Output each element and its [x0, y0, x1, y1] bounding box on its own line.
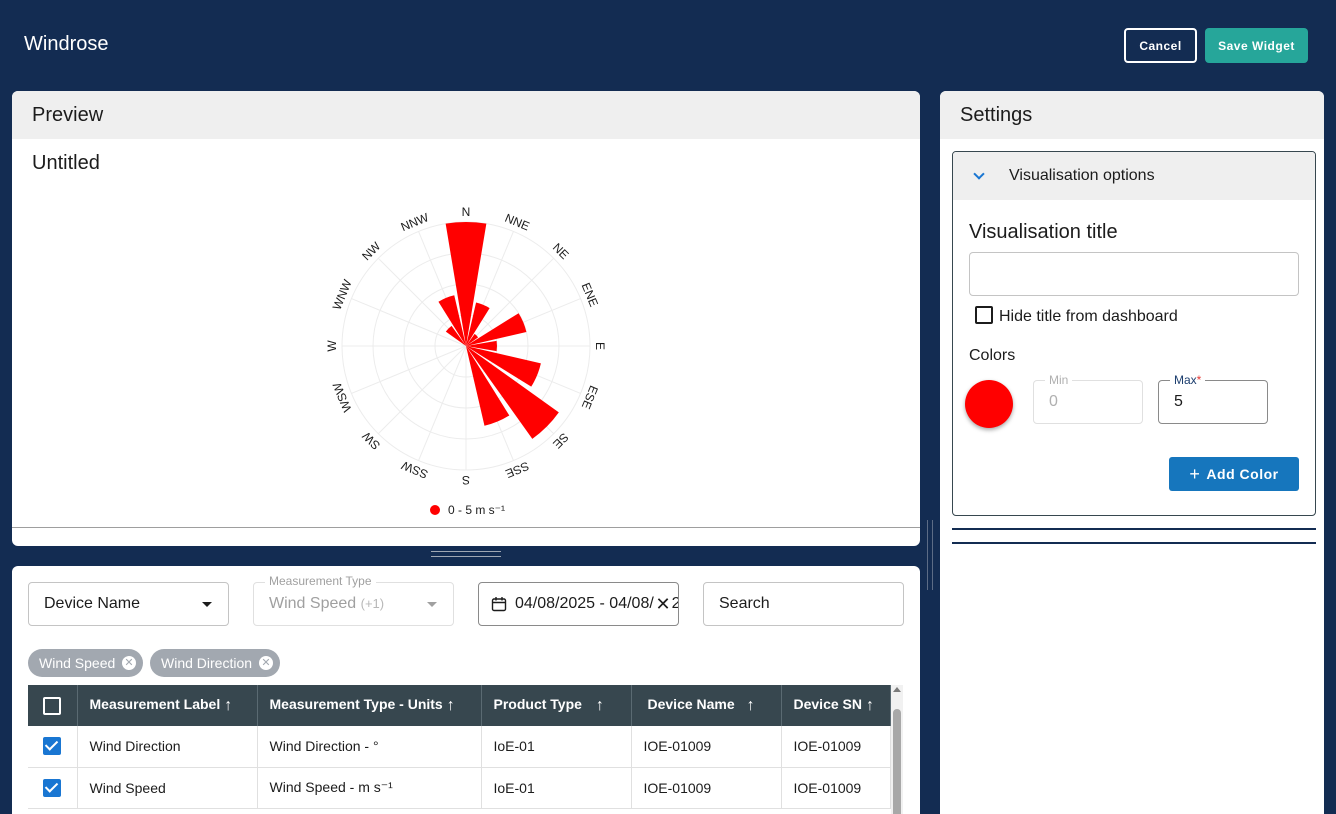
cell-product-type: IoE-01 [481, 767, 632, 809]
cell-device-sn: IOE-01009 [781, 767, 891, 809]
direction-label-ese: ESE [579, 384, 601, 412]
cell-measurement-label: Wind Direction [77, 726, 258, 768]
cell-measurement-type: Wind Speed - m s⁻¹ [257, 767, 482, 809]
direction-label-sse: SSE [504, 459, 532, 481]
plus-icon: + [1189, 463, 1201, 484]
close-icon[interactable]: ✕ [654, 593, 672, 615]
direction-label-w: W [325, 340, 339, 352]
color-swatch[interactable] [965, 380, 1013, 428]
select-all-checkbox[interactable] [28, 685, 78, 726]
cancel-button[interactable]: Cancel [1124, 28, 1197, 63]
table-row[interactable]: Wind Speed Wind Speed - m s⁻¹ IoE-01 IOE… [28, 767, 891, 809]
colors-label: Colors [969, 347, 1016, 364]
app-title: Windrose [24, 33, 109, 55]
visualisation-options-section: Visualisation options Visualisation titl… [952, 151, 1316, 516]
cell-product-type: IoE-01 [481, 726, 632, 768]
data-selection-panel: Device Name Measurement Type Wind Speed … [12, 566, 920, 814]
direction-label-n: N [462, 205, 471, 219]
calendar-icon [491, 597, 507, 612]
column-header-measurement-label[interactable]: Measurement Label ↑ [77, 685, 258, 726]
table-scrollbar[interactable] [891, 685, 903, 814]
arrow-up-icon: ↑ [446, 697, 455, 714]
scrollbar-thumb[interactable] [893, 709, 901, 814]
search-placeholder: Search [719, 595, 770, 612]
grid-spoke [377, 345, 467, 435]
arrow-up-icon: ↑ [595, 697, 604, 714]
direction-label-ssw: SSW [399, 458, 430, 482]
measurement-type-select[interactable]: Measurement Type Wind Speed (+1) [253, 574, 454, 626]
column-header-measurement-type[interactable]: Measurement Type - Units ↑ [257, 685, 482, 726]
legend-label: 0 - 5 m s⁻¹ [448, 503, 505, 517]
measurement-type-label: Measurement Type [265, 574, 376, 588]
hide-title-label: Hide title from dashboard [999, 308, 1178, 325]
row-checkbox[interactable] [28, 767, 78, 809]
preview-header: Preview [12, 91, 920, 139]
measurement-type-value: Wind Speed (+1) [269, 595, 385, 612]
direction-label-wnw: WNW [330, 277, 355, 312]
cell-measurement-type: Wind Direction - ° [257, 726, 482, 768]
date-range-field[interactable]: 04/08/2025 - 04/08/2025 ✕ [478, 582, 679, 626]
chevron-down-icon [973, 168, 985, 180]
row-checkbox[interactable] [28, 726, 78, 768]
arrow-up-icon: ↑ [865, 697, 874, 714]
horizontal-resize-handle[interactable] [927, 520, 933, 590]
add-color-button[interactable]: + Add Color [1169, 457, 1299, 491]
direction-label-e: E [593, 342, 607, 350]
min-label: Min [1045, 373, 1073, 387]
chip-label: Wind Direction [161, 655, 253, 671]
direction-label-s: S [462, 473, 470, 487]
direction-label-ene: ENE [579, 281, 601, 309]
min-field[interactable]: Min 0 [1033, 373, 1143, 424]
hide-title-checkbox[interactable]: Hide title from dashboard [975, 306, 1178, 326]
legend-swatch [430, 505, 440, 515]
visualisation-title-input[interactable] [969, 252, 1299, 296]
max-value: 5 [1174, 393, 1183, 410]
close-icon[interactable]: ✕ [259, 656, 273, 670]
checkbox-icon [975, 306, 993, 324]
visualisation-options-label: Visualisation options [1009, 167, 1155, 184]
measurements-table: Measurement Label ↑ Measurement Type - Un… [28, 685, 891, 809]
section-divider [952, 528, 1316, 530]
visualisation-title-label: Visualisation title [969, 221, 1118, 243]
direction-label-nnw: NNW [399, 210, 431, 234]
chevron-down-icon [427, 602, 437, 607]
measurement-type-extra: (+1) [360, 596, 385, 611]
arrow-up-icon: ↑ [746, 697, 755, 714]
chip-wind-direction: Wind Direction ✕ [150, 649, 280, 677]
device-name-select-value: Device Name [44, 595, 141, 612]
chip-wind-speed: Wind Speed ✕ [28, 649, 143, 677]
chevron-down-icon [202, 602, 212, 607]
settings-header: Settings [940, 91, 1324, 139]
chip-label: Wind Speed [39, 655, 116, 671]
cell-device-sn: IOE-01009 [781, 726, 891, 768]
preview-divider [12, 527, 920, 528]
vertical-resize-handle[interactable] [431, 551, 501, 557]
windrose-bars [438, 222, 559, 439]
column-header-device-sn[interactable]: Device SN ↑ [781, 685, 891, 726]
cell-measurement-label: Wind Speed [77, 767, 258, 809]
max-field[interactable]: Max* 5 [1158, 373, 1268, 424]
column-header-device-name[interactable]: Device Name ↑ [631, 685, 782, 726]
cell-device-name: IOE-01009 [631, 726, 782, 768]
preview-panel: Preview Untitled N NNE NE ENE E ESE SE SSE S SSW S… [12, 91, 920, 546]
column-header-product-type[interactable]: Product Type ↑ [481, 685, 632, 726]
search-input[interactable]: Search [703, 582, 904, 626]
table-header-row: Measurement Label ↑ Measurement Type - Un… [28, 685, 891, 726]
section-divider [952, 542, 1316, 544]
table-row[interactable]: Wind Direction Wind Direction - ° IoE-01… [28, 726, 891, 768]
windrose-legend: 0 - 5 m s⁻¹ [430, 503, 505, 517]
settings-panel: Settings Visualisation options Visualisa… [940, 91, 1324, 814]
scroll-up-icon[interactable] [893, 687, 901, 692]
device-name-select[interactable]: Device Name [28, 582, 229, 626]
direction-label-wsw: WSW [330, 380, 355, 414]
direction-label-nne: NNE [503, 211, 532, 234]
windrose-chart: N NNENEENEEESESESSESSSWSWWSWWWNWNWNNW 0 -… [325, 205, 607, 517]
close-icon[interactable]: ✕ [122, 656, 136, 670]
visualisation-options-toggle[interactable]: Visualisation options [953, 152, 1315, 200]
cell-device-name: IOE-01009 [631, 767, 782, 809]
min-value: 0 [1049, 393, 1058, 410]
max-label: Max* [1170, 373, 1206, 387]
save-widget-button[interactable]: Save Widget [1205, 28, 1308, 63]
arrow-up-icon: ↑ [224, 697, 233, 714]
